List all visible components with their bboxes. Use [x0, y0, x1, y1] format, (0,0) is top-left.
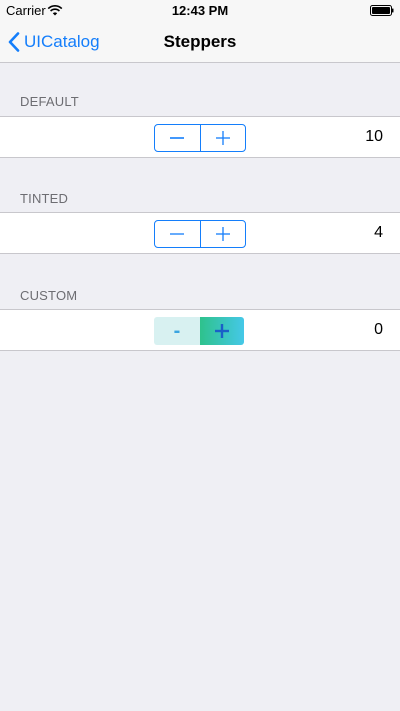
custom-stepper-value: 0: [374, 321, 383, 338]
minus-icon: [170, 233, 185, 235]
section-header-custom: CUSTOM: [20, 288, 78, 303]
custom-decrement-button[interactable]: -: [154, 317, 200, 345]
tinted-increment-button[interactable]: [200, 221, 245, 247]
plus-icon: [215, 324, 229, 338]
tinted-decrement-button[interactable]: [155, 221, 200, 247]
plus-icon: [215, 227, 230, 241]
default-stepper: [154, 124, 246, 152]
plus-icon: [215, 131, 230, 145]
stepper-row-default: 10: [0, 116, 400, 158]
default-stepper-value: 10: [365, 128, 383, 145]
default-decrement-button[interactable]: [155, 125, 200, 151]
status-bar: Carrier 12:43 PM: [0, 0, 400, 22]
status-time: 12:43 PM: [171, 3, 229, 18]
tinted-stepper-value: 4: [374, 224, 383, 241]
default-increment-button[interactable]: [200, 125, 245, 151]
stepper-row-custom: - 0: [0, 309, 400, 351]
page-title: Steppers: [163, 32, 237, 51]
section-header-default: DEFAULT: [20, 94, 79, 109]
battery-icon: [370, 5, 394, 16]
minus-icon: [170, 137, 185, 139]
custom-stepper: -: [154, 317, 246, 345]
navigation-bar: UICatalog Steppers: [0, 22, 400, 63]
tinted-stepper: [154, 220, 246, 248]
stepper-row-tinted: 4: [0, 212, 400, 254]
custom-increment-button[interactable]: [200, 317, 244, 345]
section-header-tinted: TINTED: [20, 191, 69, 206]
